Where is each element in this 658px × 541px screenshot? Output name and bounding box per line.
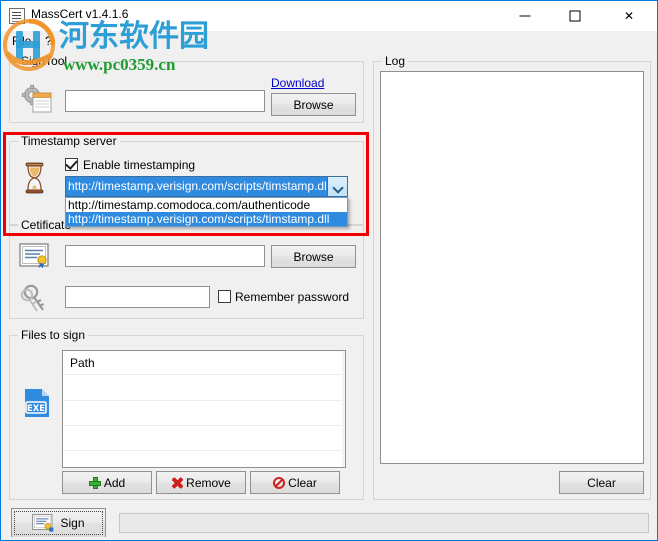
title-bar: MassCert v1.4.1.6 ✕ (1, 1, 657, 32)
keys-icon (20, 284, 44, 312)
files-list[interactable]: Path (62, 350, 346, 468)
ban-icon (273, 476, 286, 489)
files-list-scrollbar[interactable] (342, 351, 345, 467)
exe-file-icon: EXE (25, 389, 49, 417)
chevron-down-icon[interactable] (327, 177, 347, 196)
certificate-sign-icon (32, 513, 54, 532)
gear-document-icon (21, 84, 52, 113)
list-item[interactable] (63, 426, 345, 451)
add-file-button[interactable]: Add (62, 471, 152, 494)
status-bar (2, 537, 656, 540)
remove-file-label: Remove (186, 475, 231, 490)
files-column-header-path: Path (63, 351, 345, 375)
browse-signtool-button[interactable]: Browse (271, 93, 356, 116)
sign-button[interactable]: Sign (11, 508, 106, 538)
application-window: MassCert v1.4.1.6 ✕ File ? SignTool Down… (0, 0, 658, 541)
browse-certificate-button[interactable]: Browse (271, 245, 356, 268)
menu-item-help[interactable]: ? (40, 33, 57, 49)
certificate-path-input[interactable] (65, 245, 265, 267)
timestamp-server-combobox[interactable]: http://timestamp.verisign.com/scripts/ti… (65, 176, 348, 197)
dropdown-option-selected[interactable]: http://timestamp.verisign.com/scripts/ti… (66, 212, 347, 226)
svg-text:EXE: EXE (27, 404, 45, 414)
group-files-label: Files to sign (18, 328, 89, 342)
list-item[interactable] (63, 451, 345, 467)
sign-button-label: Sign (60, 516, 85, 530)
clear-log-button[interactable]: Clear (559, 471, 644, 494)
hourglass-icon (25, 162, 53, 196)
add-file-label: Add (103, 475, 126, 490)
clear-files-button[interactable]: Clear (250, 471, 340, 494)
certificate-icon (19, 243, 49, 269)
files-list-rows (63, 376, 345, 467)
enable-timestamping-checkbox[interactable] (65, 157, 78, 171)
timestamp-server-value: http://timestamp.verisign.com/scripts/ti… (66, 177, 331, 196)
minimize-icon[interactable] (502, 1, 548, 31)
menu-item-file[interactable]: File (7, 33, 36, 49)
enable-timestamping-label: Enable timestamping (83, 158, 196, 172)
maximize-icon[interactable] (552, 1, 598, 31)
download-link[interactable]: Download (271, 76, 324, 90)
log-textarea[interactable] (380, 71, 644, 464)
list-item[interactable] (63, 376, 345, 401)
window-title: MassCert v1.4.1.6 (31, 7, 129, 21)
group-signtool-label: SignTool (18, 54, 71, 68)
group-timestamp-label: Timestamp server (18, 134, 120, 148)
remove-file-button[interactable]: Remove (156, 471, 246, 494)
remember-password-checkbox[interactable] (218, 290, 231, 303)
certificate-password-input[interactable] (65, 286, 210, 308)
close-icon[interactable]: ✕ (606, 1, 652, 31)
cross-icon (171, 477, 183, 489)
timestamp-server-dropdown-list[interactable]: http://timestamp.comodoca.com/authentico… (65, 197, 348, 227)
dropdown-option[interactable]: http://timestamp.comodoca.com/authentico… (66, 198, 347, 212)
clear-files-label: Clear (288, 475, 317, 490)
signtool-path-input[interactable] (65, 90, 265, 112)
remember-password-label: Remember password (235, 290, 350, 304)
plus-icon (88, 476, 101, 489)
group-log-label: Log (382, 54, 409, 68)
menu-bar: File ? (2, 31, 656, 51)
app-document-icon (9, 8, 25, 24)
list-item[interactable] (63, 401, 345, 426)
progress-bar (119, 513, 649, 533)
